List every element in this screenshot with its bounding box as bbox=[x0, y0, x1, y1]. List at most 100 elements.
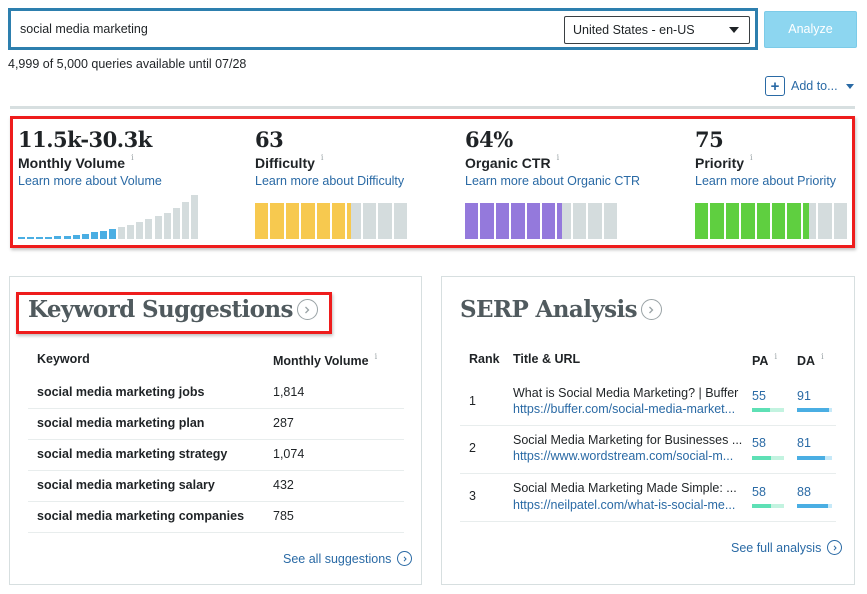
keyword-cell[interactable]: social media marketing jobs bbox=[37, 385, 204, 399]
row-divider bbox=[28, 439, 404, 440]
metric-value: 64% bbox=[465, 127, 513, 152]
gauge-segment-fill bbox=[772, 203, 786, 239]
row-divider bbox=[28, 532, 404, 533]
column-header-monthly-volume[interactable]: Monthly Volume i bbox=[273, 352, 378, 368]
volume-cell: 785 bbox=[273, 509, 294, 523]
info-icon[interactable]: i bbox=[557, 153, 560, 162]
volume-cell: 287 bbox=[273, 416, 294, 430]
gauge-segment bbox=[588, 203, 602, 239]
gauge-segment bbox=[695, 203, 709, 239]
gauge-segment bbox=[756, 203, 770, 239]
info-icon[interactable]: i bbox=[375, 352, 378, 368]
volume-histogram-bar bbox=[36, 237, 44, 239]
volume-histogram-bar bbox=[18, 237, 26, 239]
learn-more-priority-link[interactable]: Learn more about Priority bbox=[695, 174, 836, 188]
volume-histogram-bar bbox=[99, 231, 107, 239]
gauge-segment-fill bbox=[301, 203, 315, 239]
gauge-segment-fill bbox=[542, 203, 556, 239]
result-url-link[interactable]: https://buffer.com/social-media-market..… bbox=[513, 402, 735, 416]
volume-histogram-bar bbox=[81, 234, 89, 239]
volume-histogram-bar bbox=[90, 232, 98, 239]
gauge-segment bbox=[557, 203, 571, 239]
row-divider bbox=[460, 521, 836, 522]
chevron-right-circle-icon[interactable] bbox=[640, 299, 662, 320]
gauge-segment bbox=[772, 203, 786, 239]
learn-more-volume-link[interactable]: Learn more about Volume bbox=[18, 174, 162, 188]
see-all-suggestions-link[interactable]: See all suggestions bbox=[283, 551, 413, 566]
volume-histogram-bar bbox=[109, 229, 117, 239]
column-header-rank[interactable]: Rank bbox=[469, 352, 500, 366]
see-full-analysis-link[interactable]: See full analysis bbox=[731, 540, 843, 555]
gauge-segment-fill bbox=[270, 203, 284, 239]
volume-histogram-bar bbox=[163, 213, 171, 239]
add-to-button[interactable]: + Add to... bbox=[765, 76, 854, 96]
rank-cell: 3 bbox=[469, 489, 476, 503]
locale-select[interactable]: United States - en-US bbox=[564, 16, 750, 44]
info-icon[interactable]: i bbox=[321, 153, 324, 162]
keyword-cell[interactable]: social media marketing strategy bbox=[37, 447, 227, 461]
learn-more-ctr-link[interactable]: Learn more about Organic CTR bbox=[465, 174, 640, 188]
serp-analysis-title[interactable]: SERP Analysis bbox=[460, 296, 662, 323]
organic-ctr-gauge bbox=[465, 203, 617, 239]
gauge-segment bbox=[741, 203, 755, 239]
gauge-segment bbox=[255, 203, 269, 239]
gauge-segment bbox=[725, 203, 740, 239]
volume-histogram-bar bbox=[190, 195, 198, 239]
gauge-segment-fill bbox=[465, 203, 479, 239]
column-header-title-url[interactable]: Title & URL bbox=[513, 352, 580, 366]
gauge-segment-fill bbox=[332, 203, 346, 239]
column-header-label: Monthly Volume bbox=[273, 354, 369, 368]
gauge-segment bbox=[802, 203, 817, 239]
card-title-text: Keyword Suggestions bbox=[28, 296, 293, 323]
keyword-cell[interactable]: social media marketing salary bbox=[37, 478, 215, 492]
keyword-search-input[interactable] bbox=[20, 11, 540, 47]
pa-bar-fill bbox=[752, 408, 770, 412]
da-bar-fill bbox=[797, 408, 829, 412]
volume-histogram-bar bbox=[145, 219, 153, 239]
volume-histogram-bar bbox=[63, 236, 71, 239]
row-divider bbox=[28, 408, 404, 409]
gauge-segment-fill bbox=[255, 203, 269, 239]
gauge-segment bbox=[316, 203, 330, 239]
info-icon[interactable]: i bbox=[131, 153, 134, 162]
gauge-segment-fill bbox=[756, 203, 770, 239]
gauge-segment-fill bbox=[285, 203, 300, 239]
keyword-cell[interactable]: social media marketing plan bbox=[37, 416, 204, 430]
column-header-da[interactable]: DA i bbox=[797, 352, 824, 368]
gauge-segment bbox=[603, 203, 617, 239]
gauge-segment bbox=[818, 203, 832, 239]
keyword-suggestions-title[interactable]: Keyword Suggestions bbox=[28, 296, 318, 323]
volume-histogram-bar bbox=[72, 235, 80, 239]
search-box: United States - en-US bbox=[8, 8, 758, 50]
metric-label: Priority bbox=[695, 155, 745, 171]
volume-histogram-bar bbox=[45, 237, 53, 239]
rank-cell: 1 bbox=[469, 394, 476, 408]
column-header-keyword[interactable]: Keyword bbox=[37, 352, 90, 366]
pa-value: 55 bbox=[752, 389, 766, 403]
learn-more-difficulty-link[interactable]: Learn more about Difficulty bbox=[255, 174, 404, 188]
gauge-segment-fill bbox=[725, 203, 740, 239]
add-to-label: Add to... bbox=[791, 79, 838, 93]
da-bar-fill bbox=[797, 456, 826, 460]
gauge-segment bbox=[465, 203, 479, 239]
result-title: Social Media Marketing for Businesses ..… bbox=[513, 433, 743, 447]
gauge-segment-fill bbox=[557, 203, 563, 239]
gauge-segment-fill bbox=[526, 203, 540, 239]
info-icon[interactable]: i bbox=[821, 352, 824, 368]
result-url-link[interactable]: https://neilpatel.com/what-is-social-me.… bbox=[513, 498, 735, 512]
row-divider bbox=[460, 473, 836, 474]
chevron-right-circle-icon[interactable] bbox=[296, 299, 318, 320]
query-quota-text: 4,999 of 5,000 queries available until 0… bbox=[8, 57, 247, 71]
keyword-cell[interactable]: social media marketing companies bbox=[37, 509, 244, 523]
analyze-button[interactable]: Analyze bbox=[764, 11, 857, 48]
gauge-segment bbox=[362, 203, 377, 239]
da-bar bbox=[797, 408, 832, 412]
info-icon[interactable]: i bbox=[750, 153, 753, 162]
gauge-segment-fill bbox=[495, 203, 510, 239]
info-icon[interactable]: i bbox=[774, 352, 777, 368]
metric-monthly-volume: 11.5k-30.3k Monthly Volume i Learn more a… bbox=[18, 126, 162, 188]
result-url-link[interactable]: https://www.wordstream.com/social-m... bbox=[513, 449, 733, 463]
caret-down-icon bbox=[729, 27, 739, 33]
column-header-pa[interactable]: PA i bbox=[752, 352, 777, 368]
volume-histogram-bar bbox=[172, 208, 180, 239]
